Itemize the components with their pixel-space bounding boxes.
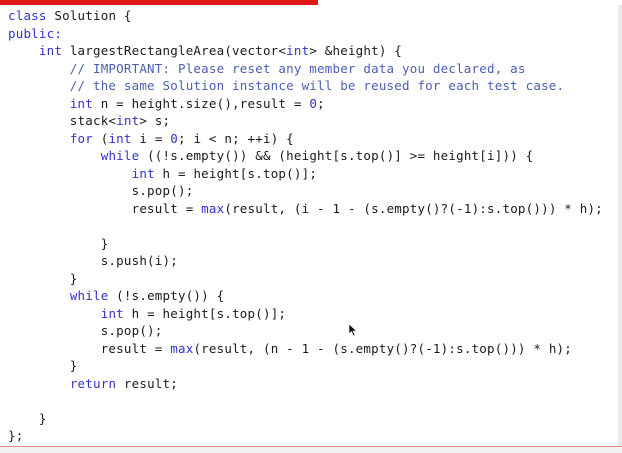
code-text: result = (8, 340, 171, 356)
code-text: Solution { (46, 8, 132, 23)
code-line[interactable]: class Solution { (8, 7, 603, 25)
code-line[interactable] (8, 217, 603, 235)
code-keyword: int (100, 305, 124, 321)
code-keyword: int (69, 95, 93, 111)
code-keyword: int (116, 113, 140, 128)
code-line[interactable]: s.push(i); (8, 252, 603, 270)
code-line[interactable]: } (8, 235, 603, 253)
code-line[interactable]: } (8, 270, 603, 288)
code-line[interactable]: for (int i = 0; i < n; ++i) { (8, 130, 603, 148)
code-keyword: public: (8, 25, 63, 41)
code-text: ; (317, 95, 325, 111)
code-line[interactable]: } (8, 410, 603, 428)
scrollbar-track[interactable] (618, 5, 622, 446)
code-comment: // the same Solution instance will be re… (8, 78, 565, 93)
code-text: stack< (8, 113, 117, 128)
code-comment: // IMPORTANT: Please reset any member da… (8, 60, 526, 76)
code-line[interactable]: } (8, 357, 603, 375)
code-line[interactable]: while (!s.empty()) { (8, 287, 603, 305)
code-line[interactable]: result = max(result, (n - 1 - (s.empty()… (8, 340, 603, 358)
code-line[interactable]: int n = height.size(),result = 0; (8, 95, 603, 113)
code-keyword: 0 (309, 95, 318, 111)
code-text: (result, (n - 1 - (s.empty()?(-1):s.top(… (193, 340, 572, 356)
code-line[interactable] (8, 392, 603, 410)
code-editor[interactable]: class Solution {public: int largestRecta… (0, 5, 622, 446)
code-text: result; (116, 375, 178, 391)
code-line[interactable]: result = max(result, (i - 1 - (s.empty()… (8, 200, 603, 218)
code-text: ( (93, 130, 109, 146)
code-line[interactable]: int h = height[s.top()]; (8, 165, 603, 183)
code-text: s.push(i); (8, 253, 178, 268)
code-text: (!s.empty()) { (108, 288, 225, 303)
code-line[interactable]: while ((!s.empty()) && (height[s.top()] … (8, 147, 603, 165)
code-line[interactable]: // IMPORTANT: Please reset any member da… (8, 60, 603, 78)
code-block[interactable]: class Solution {public: int largestRecta… (8, 7, 603, 445)
code-line[interactable]: }; (8, 427, 603, 445)
code-line[interactable]: int h = height[s.top()]; (8, 305, 603, 323)
code-text: result = (8, 200, 202, 216)
code-text: } (8, 270, 78, 286)
mouse-pointer-icon (349, 324, 357, 336)
code-text: > s; (139, 113, 171, 128)
code-text: s.pop(); (8, 183, 194, 198)
code-text: } (8, 410, 47, 426)
code-keyword: int (38, 43, 63, 58)
code-keyword: class (8, 8, 47, 23)
code-line[interactable]: int largestRectangleArea(vector<int> &he… (8, 42, 603, 60)
code-text: n = height.size(),result = (93, 95, 310, 111)
code-keyword: for (69, 130, 93, 146)
code-text: ((!s.empty()) && (height[s.top()] >= hei… (139, 148, 534, 163)
code-keyword: while (69, 288, 109, 303)
code-text: }; (8, 428, 24, 443)
code-keyword: int (286, 43, 310, 58)
code-keyword: max (170, 340, 194, 356)
code-keyword: return (69, 375, 117, 391)
code-keyword: 0 (170, 130, 179, 146)
code-text: (result, (i - 1 - (s.empty()?(-1):s.top(… (224, 200, 603, 216)
code-line[interactable]: public: (8, 25, 603, 43)
code-text: } (8, 358, 78, 373)
code-text: i = (131, 130, 171, 146)
code-keyword: max (201, 200, 225, 216)
code-text: } (8, 235, 109, 251)
code-text: ; i < n; ++i) { (178, 130, 294, 146)
code-text: h = height[s.top()]; (123, 305, 287, 321)
code-text: largestRectangleArea(vector< (62, 43, 287, 58)
code-keyword: int (108, 130, 132, 146)
code-line[interactable]: s.pop(); (8, 182, 603, 200)
code-line[interactable]: // the same Solution instance will be re… (8, 77, 603, 95)
code-line[interactable]: s.pop(); (8, 322, 603, 340)
code-line[interactable]: return result; (8, 375, 603, 393)
code-text: > &height) { (309, 43, 403, 58)
code-text: h = height[s.top()]; (154, 165, 318, 181)
status-strip (0, 447, 622, 453)
code-keyword: while (100, 148, 140, 163)
code-keyword: int (131, 165, 155, 181)
code-line[interactable]: stack<int> s; (8, 112, 603, 130)
code-text: s.pop(); (8, 323, 163, 338)
